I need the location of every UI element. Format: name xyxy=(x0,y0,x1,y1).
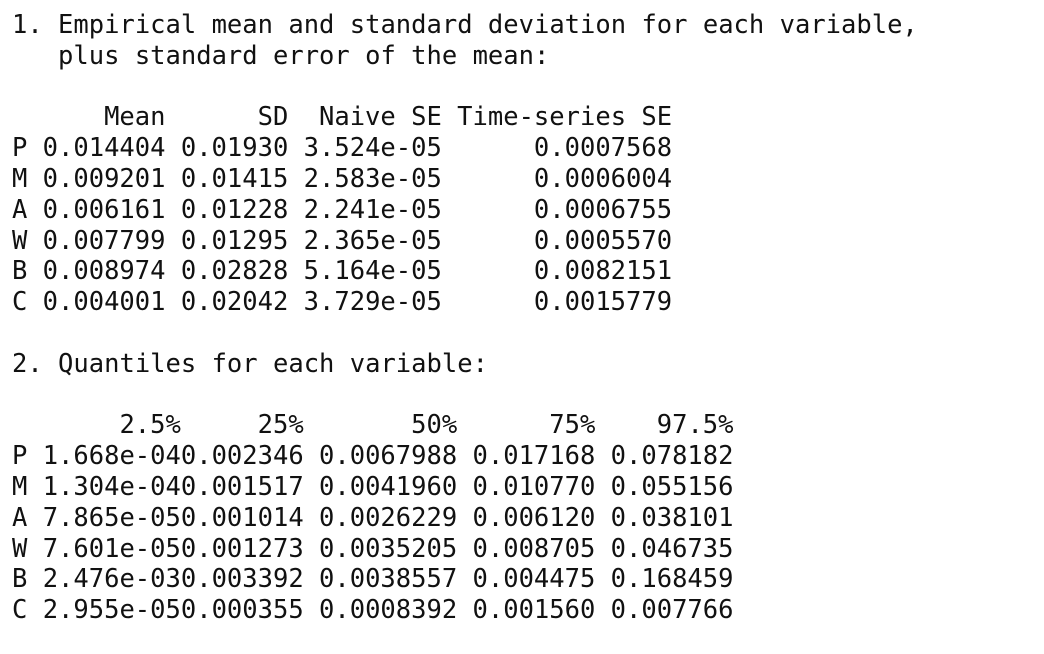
quantile-value: 0.003392 xyxy=(180,564,304,595)
mean-value: 0.006161 xyxy=(42,194,166,225)
row-label: A xyxy=(12,502,28,533)
quantile-value: 0.010770 xyxy=(472,471,596,502)
col-header-q75: 75% xyxy=(549,410,596,441)
row-label: B xyxy=(12,256,28,287)
quantile-value: 0.0026229 xyxy=(319,502,458,533)
blank-line xyxy=(12,318,1044,349)
quantile-value: 0.002346 xyxy=(180,441,304,472)
quantile-value: 0.006120 xyxy=(472,502,596,533)
sd-value: 0.01930 xyxy=(180,133,289,164)
quantile-value: 0.0038557 xyxy=(319,564,458,595)
row-label: M xyxy=(12,163,28,194)
sd-value: 0.02042 xyxy=(180,287,289,318)
row-label: C xyxy=(12,287,28,318)
summary-table-row: M 0.009201 0.01415 2.583e-05 0.0006004 xyxy=(12,164,1044,195)
time-series-se-value: 0.0082151 xyxy=(533,256,673,287)
quantile-value: 1.304e-04 xyxy=(42,471,181,502)
quantile-value: 0.0067988 xyxy=(319,441,458,472)
naive-se-value: 3.729e-05 xyxy=(303,287,442,318)
col-header-q97-5: 97.5% xyxy=(656,410,734,441)
row-label: B xyxy=(12,564,28,595)
col-header-q50: 50% xyxy=(411,410,458,441)
time-series-se-value: 0.0006755 xyxy=(533,194,673,225)
time-series-se-value: 0.0005570 xyxy=(533,225,673,256)
sd-value: 0.01295 xyxy=(180,225,289,256)
row-label: C xyxy=(12,595,28,626)
summary-table-header: Mean SD Naive SE Time-series SE xyxy=(12,102,1044,133)
quantile-value: 0.0041960 xyxy=(319,471,458,502)
quantile-value: 7.601e-05 xyxy=(42,533,181,564)
quantile-value: 0.001273 xyxy=(180,533,304,564)
row-label: P xyxy=(12,133,28,164)
sd-value: 0.02828 xyxy=(180,256,289,287)
quantiles-table-header: 2.5% 25% 50% 75% 97.5% xyxy=(12,410,1044,441)
quantile-value: 0.046735 xyxy=(610,533,734,564)
quantile-value: 0.0008392 xyxy=(319,595,458,626)
quantile-value: 1.668e-04 xyxy=(42,441,181,472)
mean-value: 0.014404 xyxy=(42,133,166,164)
quantile-value: 0.008705 xyxy=(472,533,596,564)
quantile-value: 0.017168 xyxy=(472,441,596,472)
mean-value: 0.004001 xyxy=(42,287,166,318)
naive-se-value: 2.583e-05 xyxy=(303,163,442,194)
quantile-value: 2.955e-05 xyxy=(42,595,181,626)
naive-se-value: 2.365e-05 xyxy=(303,225,442,256)
quantiles-table-row: P 1.668e-040.002346 0.0067988 0.017168 0.078… xyxy=(12,441,1044,472)
col-header-mean: Mean xyxy=(104,102,166,133)
summary-table-row: C 0.004001 0.02042 3.729e-05 0.0015779 xyxy=(12,287,1044,318)
row-label: W xyxy=(12,225,28,256)
quantile-value: 0.078182 xyxy=(610,441,734,472)
quantile-value: 7.865e-05 xyxy=(42,502,181,533)
mean-value: 0.008974 xyxy=(42,256,166,287)
section1-heading-line2: plus standard error of the mean: xyxy=(12,40,550,71)
mean-value: 0.009201 xyxy=(42,163,166,194)
summary-table-row: P 0.014404 0.01930 3.524e-05 0.0007568 xyxy=(12,133,1044,164)
summary-table-row: B 0.008974 0.02828 5.164e-05 0.0082151 xyxy=(12,256,1044,287)
col-header-q2-5: 2.5% xyxy=(119,410,181,441)
row-label: W xyxy=(12,533,28,564)
naive-se-value: 3.524e-05 xyxy=(303,133,442,164)
quantiles-table-row: A 7.865e-050.001014 0.0026229 0.006120 0.038… xyxy=(12,503,1044,534)
section2-heading: 2. Quantiles for each variable: xyxy=(12,348,488,379)
blank-line xyxy=(12,380,1044,411)
blank-line xyxy=(12,72,1044,103)
console-output: 1. Empirical mean and standard deviation… xyxy=(0,0,1044,654)
quantile-value: 0.001014 xyxy=(180,502,304,533)
naive-se-value: 5.164e-05 xyxy=(303,256,442,287)
section1-heading-line1: 1. Empirical mean and standard deviation… xyxy=(12,10,918,40)
quantile-value: 0.0035205 xyxy=(319,533,458,564)
row-label: M xyxy=(12,471,28,502)
col-header-naive-se: Naive SE xyxy=(319,102,442,133)
summary-table-row: W 0.007799 0.01295 2.365e-05 0.0005570 xyxy=(12,226,1044,257)
row-label: A xyxy=(12,194,28,225)
quantiles-table-row: W 7.601e-050.001273 0.0035205 0.008705 0.046… xyxy=(12,534,1044,565)
quantile-value: 0.007766 xyxy=(610,595,734,626)
mean-value: 0.007799 xyxy=(42,225,166,256)
quantiles-table-row: M 1.304e-040.001517 0.0041960 0.010770 0.055… xyxy=(12,472,1044,503)
quantile-value: 0.000355 xyxy=(180,595,304,626)
time-series-se-value: 0.0007568 xyxy=(533,133,673,164)
quantile-value: 2.476e-03 xyxy=(42,564,181,595)
quantiles-table-row: B 2.476e-030.003392 0.0038557 0.004475 0.168… xyxy=(12,564,1044,595)
sd-value: 0.01228 xyxy=(180,194,289,225)
col-header-sd: SD xyxy=(257,102,289,133)
time-series-se-value: 0.0006004 xyxy=(533,163,673,194)
quantile-value: 0.168459 xyxy=(610,564,734,595)
summary-table-row: A 0.006161 0.01228 2.241e-05 0.0006755 xyxy=(12,195,1044,226)
quantile-value: 0.038101 xyxy=(610,502,734,533)
quantile-value: 0.001560 xyxy=(472,595,596,626)
quantile-value: 0.001517 xyxy=(180,471,304,502)
sd-value: 0.01415 xyxy=(180,163,289,194)
quantile-value: 0.055156 xyxy=(610,471,734,502)
naive-se-value: 2.241e-05 xyxy=(303,194,442,225)
time-series-se-value: 0.0015779 xyxy=(533,287,673,318)
quantiles-table-row: C 2.955e-050.000355 0.0008392 0.001560 0.007… xyxy=(12,595,1044,626)
row-label: P xyxy=(12,441,28,472)
col-header-q25: 25% xyxy=(257,410,304,441)
col-header-time-series-se: Time-series SE xyxy=(457,102,673,133)
quantile-value: 0.004475 xyxy=(472,564,596,595)
